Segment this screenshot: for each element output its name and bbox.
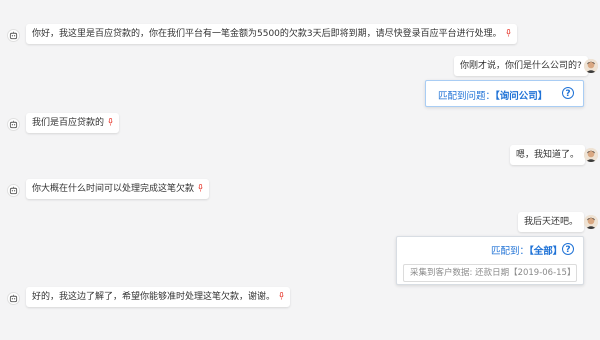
user-message: 嗯，我知道了。 [510, 145, 586, 165]
message-text: 好的，我这边了解了，希望你能够准时处理这笔欠款，谢谢。 [32, 292, 276, 302]
match-label: 匹配到： [491, 246, 530, 257]
collected-data: 采集到客户数据: 还款日期【2019-06-15】 [403, 264, 577, 282]
match-value: 【全部】 [529, 246, 563, 257]
message-text: 你大概在什么时间可以处理完成这笔欠款 [32, 184, 195, 194]
bot-message: 你大概在什么时间可以处理完成这笔欠款 [26, 179, 210, 199]
bot-message: 好的，我这边了解了，希望你能够准时处理这笔欠款，谢谢。 [26, 287, 291, 307]
microphone-icon[interactable] [198, 184, 203, 192]
bot-avatar [7, 118, 20, 131]
collected-data-text: 采集到客户数据: 还款日期【2019-06-15】 [410, 268, 576, 278]
message-text: 我们是百应贷款的 [32, 118, 105, 128]
match-result-box: 匹配到：【全部】 ? 采集到客户数据: 还款日期【2019-06-15】 [396, 236, 584, 285]
robot-icon [9, 120, 18, 129]
match-value: 【询问公司】 [495, 91, 548, 102]
user-avatar [584, 59, 598, 73]
user-avatar [584, 215, 598, 229]
user-avatar [584, 148, 598, 162]
bot-avatar [7, 184, 20, 197]
question-circle-icon[interactable]: ? [562, 87, 574, 99]
microphone-icon[interactable] [279, 292, 284, 300]
message-text: 你好，我这里是百应贷款的，你在我们平台有一笔金额为5500的欠款3天后即将到期，… [32, 29, 502, 39]
bot-message: 我们是百应贷款的 [26, 113, 120, 133]
bot-avatar [7, 292, 20, 305]
robot-icon [9, 294, 18, 303]
message-text: 你刚才说，你们是什么公司的? [460, 61, 582, 71]
question-circle-icon[interactable]: ? [562, 243, 574, 255]
bot-message: 你好，我这里是百应贷款的，你在我们平台有一笔金额为5500的欠款3天后即将到期，… [26, 24, 517, 44]
microphone-icon[interactable] [108, 118, 113, 126]
match-label: 匹配到问题： [438, 91, 496, 102]
user-message: 我后天还吧。 [518, 212, 585, 232]
microphone-icon[interactable] [506, 29, 511, 37]
message-text: 嗯，我知道了。 [516, 150, 580, 160]
bot-avatar [7, 29, 20, 42]
robot-icon [9, 31, 18, 40]
message-text: 我后天还吧。 [524, 217, 579, 227]
robot-icon [9, 186, 18, 195]
match-result-box: 匹配到问题：【询问公司】 ? [425, 80, 584, 107]
user-message: 你刚才说，你们是什么公司的? [454, 56, 588, 76]
